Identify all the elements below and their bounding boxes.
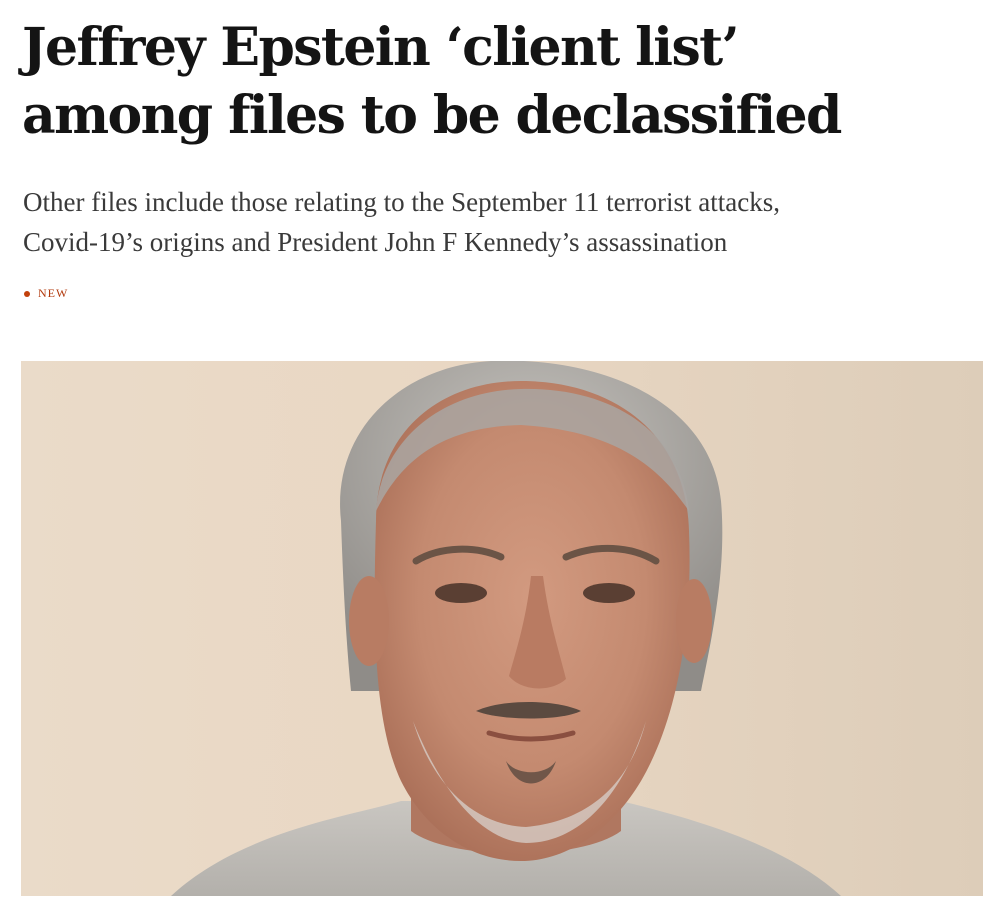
new-badge: NEW — [24, 286, 68, 301]
headline[interactable]: Jeffrey Epstein ‘client list’ among file… — [22, 14, 982, 150]
standfirst-line-1: Other files include those relating to th… — [23, 187, 781, 217]
standfirst: Other files include those relating to th… — [23, 182, 983, 262]
portrait-illustration — [21, 361, 983, 896]
article: Jeffrey Epstein ‘client list’ among file… — [0, 0, 1000, 906]
article-photo[interactable] — [21, 361, 983, 896]
headline-line-2: among files to be declassified — [22, 85, 842, 146]
headline-line-1: Jeffrey Epstein ‘client list’ — [22, 17, 740, 78]
new-badge-label: NEW — [38, 286, 69, 300]
standfirst-line-2: Covid-19’s origins and President John F … — [23, 227, 728, 257]
dot-icon — [24, 290, 30, 297]
